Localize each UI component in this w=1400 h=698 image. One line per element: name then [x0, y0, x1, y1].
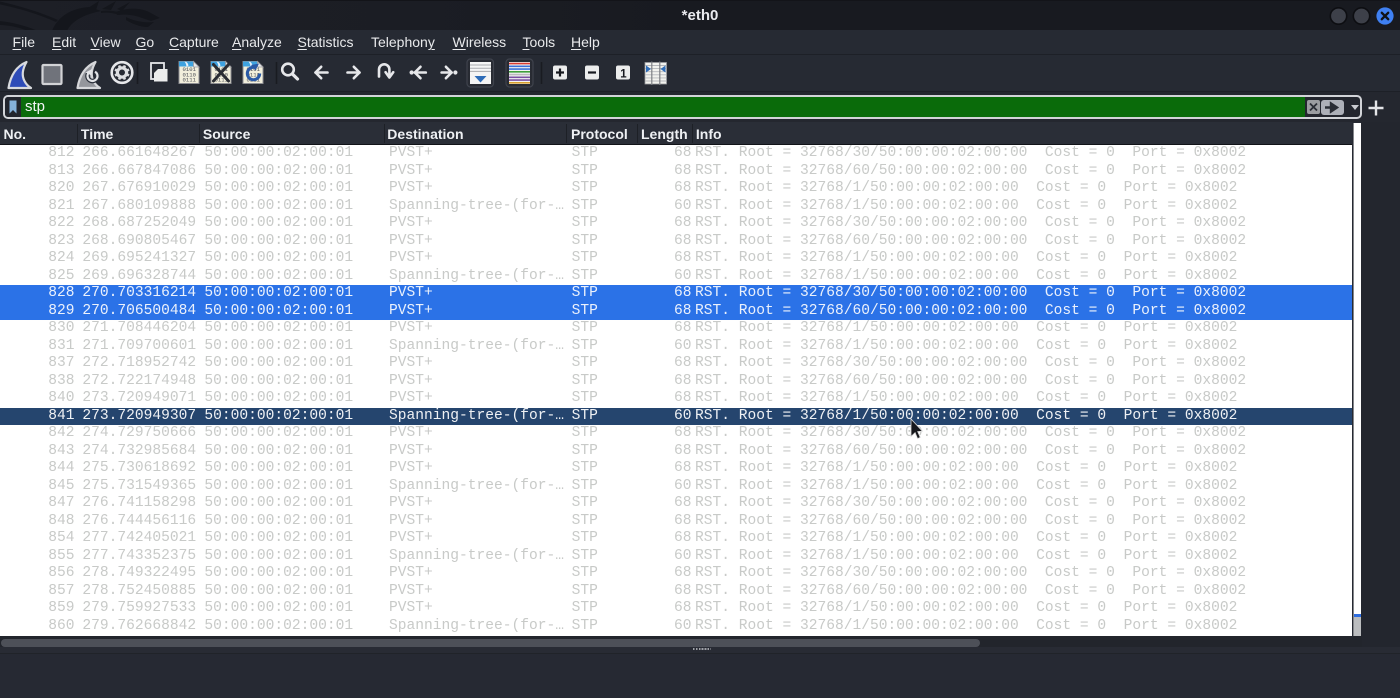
svg-text:0111: 0111 [183, 77, 197, 84]
svg-text:1: 1 [620, 68, 627, 80]
